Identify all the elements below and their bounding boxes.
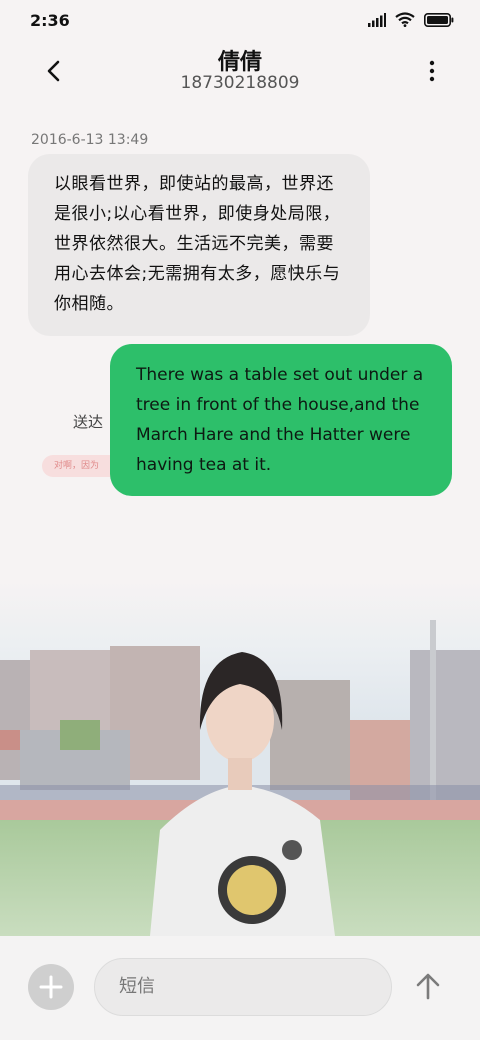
- plus-icon: [39, 975, 63, 999]
- status-bar: 2:36: [0, 0, 480, 40]
- contact-name: 倩倩: [217, 50, 262, 75]
- more-vertical-icon[interactable]: [424, 58, 440, 84]
- composer-bar: 短信: [0, 936, 480, 1040]
- message-input[interactable]: 短信: [94, 958, 392, 1016]
- contact-phone: 18730218809: [180, 73, 300, 93]
- outgoing-message-bubble[interactable]: There was a table set out under a tree i…: [110, 344, 452, 496]
- outgoing-message-text: There was a table set out under a tree i…: [136, 365, 424, 475]
- background-photo: [0, 580, 480, 936]
- delivery-status: 送达: [73, 413, 104, 431]
- wifi-icon: [395, 12, 415, 27]
- incoming-message-bubble[interactable]: 以眼看世界，即使站的最高，世界还是很小;以心看世界，即使身处局限，世界依然很大。…: [28, 154, 370, 336]
- conversation-header: 倩倩 18730218809: [0, 40, 480, 100]
- incoming-message-text: 以眼看世界，即使站的最高，世界还是很小;以心看世界，即使身处局限，世界依然很大。…: [54, 174, 341, 314]
- send-arrow-icon[interactable]: [412, 970, 444, 1002]
- signal-icon: [368, 12, 386, 27]
- status-icons: [368, 12, 454, 27]
- add-attachment-button[interactable]: [28, 964, 74, 1010]
- battery-icon: [424, 12, 454, 27]
- status-time: 2:36: [30, 11, 70, 30]
- message-timestamp: 2016-6-13 13:49: [31, 132, 149, 148]
